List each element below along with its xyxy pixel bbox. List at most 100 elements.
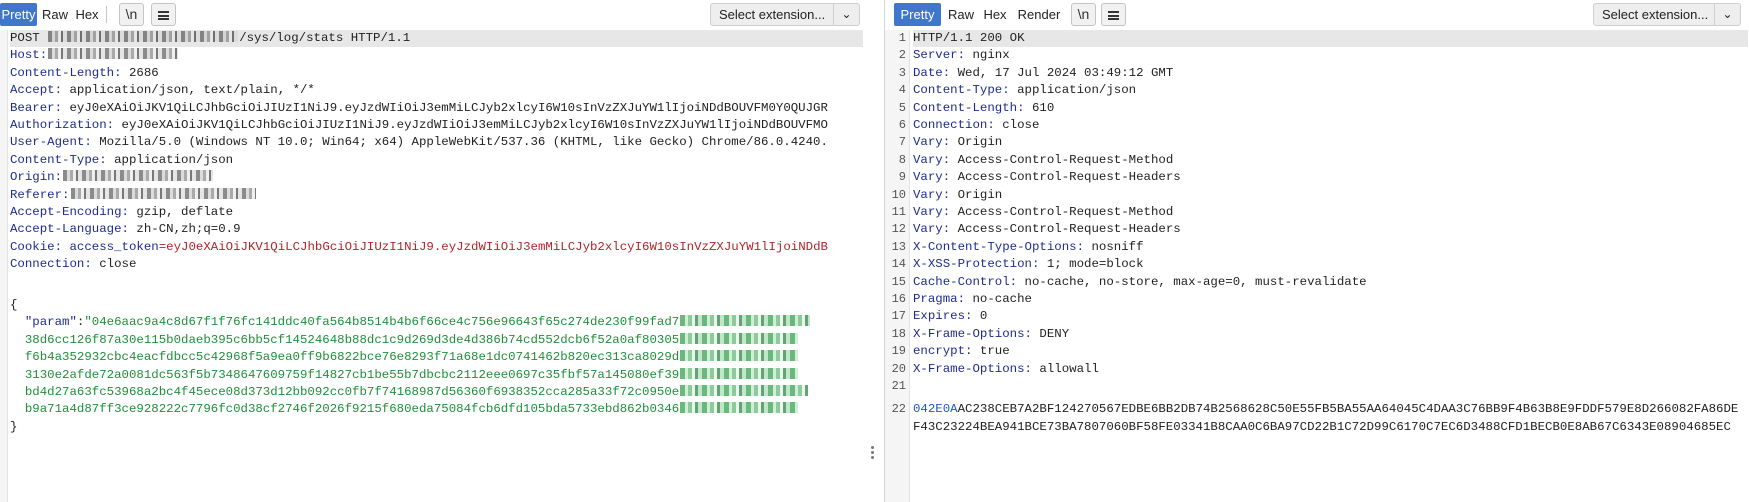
line-number: 16 (891, 292, 906, 306)
body-hex: F43C23224BEA941BCE73BA7807060BF58FE03341… (913, 419, 1731, 434)
header-value: Wed, 17 Jul 2024 03:49:12 GMT (950, 65, 1174, 80)
line-number: 6 (898, 118, 906, 132)
request-newline-toggle[interactable]: \n (119, 3, 144, 26)
response-tab-render[interactable]: Render (1013, 3, 1065, 26)
header-value: application/json (1009, 83, 1137, 98)
line-number: 14 (891, 257, 906, 272)
line-number: 17 (891, 309, 906, 324)
response-tab-hex[interactable]: Hex (980, 3, 1010, 26)
response-newline-toggle[interactable]: \n (1071, 3, 1096, 26)
header-name: Accept-Encoding: (10, 205, 129, 219)
request-line: f6b4a352932cbc4eacfdbcc5c42968f5a9ea0ff9… (10, 349, 863, 366)
response-line: Vary: Origin (913, 134, 1748, 151)
json-brace: { (10, 298, 18, 312)
response-tab-raw[interactable]: Raw (945, 3, 977, 26)
request-tab-pretty[interactable]: Pretty (0, 3, 37, 26)
request-line: Accept-Encoding: gzip, deflate (10, 204, 863, 221)
request-line: User-Agent: Mozilla/5.0 (Windows NT 10.0… (10, 134, 863, 151)
hamburger-icon (1108, 11, 1119, 20)
response-line: X-Frame-Options: DENY (913, 326, 1748, 343)
http-method: POST (10, 31, 48, 45)
request-line: Host: (10, 47, 863, 64)
line-number: 4 (898, 83, 906, 98)
cookie-name: access_token (62, 239, 159, 254)
redacted-text (680, 402, 799, 414)
header-name: Cookie: (10, 239, 63, 254)
header-value: 1; mode=block (1039, 257, 1144, 272)
response-line: X-Content-Type-Options: nosniff (913, 239, 1748, 256)
toolbar-divider (106, 6, 107, 23)
request-line: Content-Type: application/json (10, 152, 863, 169)
header-name: Vary: (913, 152, 951, 167)
response-editor[interactable]: 1 2 3 4 5 6 7 8 9 10 11 12 13 14 15 16 17 18 19 20 21 22 HTTP… (885, 30, 1749, 502)
response-menu-button[interactable] (1101, 3, 1126, 26)
header-name: Vary: (913, 205, 951, 219)
header-name: Authorization: (10, 118, 115, 132)
header-name: X-XSS-Protection: (913, 257, 1040, 272)
response-select-extension[interactable]: Select extension... ⌄ (1593, 3, 1741, 26)
header-value: DENY (1031, 326, 1070, 341)
response-line: Pragma: no-cache (913, 291, 1748, 308)
response-line: Connection: close (913, 117, 1748, 134)
header-name: Content-Length: (10, 65, 122, 80)
redacted-text (70, 187, 256, 199)
more-options-icon[interactable] (871, 446, 874, 461)
response-line: Vary: Access-Control-Request-Method (913, 152, 1748, 169)
line-number (885, 419, 906, 436)
line-number-gutter: 1 2 3 4 5 6 7 8 9 10 11 12 13 14 15 16 17 18 19 20 21 22 (885, 30, 910, 502)
response-line: Vary: Access-Control-Request-Headers (913, 221, 1748, 238)
line-number: 2 (898, 48, 906, 63)
request-line: 3130e2afde72a0081dc563f5b7348647609759f1… (10, 367, 863, 384)
header-value: nginx (965, 48, 1010, 63)
response-toolbar: Pretty Raw Hex Render \n Select extensio… (885, 2, 1749, 26)
header-name: Content-Length: (913, 100, 1025, 115)
redacted-text (680, 315, 811, 327)
line-number: 13 (891, 239, 906, 254)
line-number: 22 (891, 402, 906, 417)
request-line (10, 274, 863, 291)
header-name: User-Agent: (10, 135, 92, 150)
redacted-text (48, 48, 179, 60)
header-value: allowall (1031, 361, 1099, 376)
header-value: nosniff (1084, 239, 1144, 254)
request-panel: Pretty Raw Hex \n Select extension... ⌄ … (0, 0, 884, 502)
response-tab-pretty[interactable]: Pretty (894, 3, 941, 26)
redacted-text (680, 332, 799, 344)
request-tab-raw[interactable]: Raw (40, 3, 70, 26)
response-line: encrypt: true (913, 343, 1748, 360)
json-string: f6b4a352932cbc4eacfdbcc5c42968f5a9ea0ff9… (10, 350, 680, 365)
header-value: Access-Control-Request-Headers (950, 170, 1181, 185)
header-value: Mozilla/5.0 (Windows NT 10.0; Win64; x64… (91, 135, 828, 150)
response-line: F43C23224BEA941BCE73BA7807060BF58FE03341… (913, 419, 1748, 436)
request-line: Accept: application/json, text/plain, */… (10, 82, 863, 99)
redacted-text (680, 350, 799, 362)
json-string: bd4d27a63fc53968a2bc4f45ece08d373d12bb09… (10, 385, 680, 399)
header-name: Vary: (913, 135, 951, 150)
line-number: 10 (891, 187, 906, 202)
header-value: eyJ0eXAiOiJKV1QiLCJhbGciOiJIUzI1NiJ9.eyJ… (114, 118, 828, 132)
response-line: Vary: Access-Control-Request-Method (913, 204, 1748, 221)
request-tab-hex[interactable]: Hex (73, 3, 101, 26)
json-string: 3130e2afde72a0081dc563f5b7348647609759f1… (10, 367, 680, 382)
header-value: application/json, text/plain, */* (62, 83, 315, 98)
response-line: X-Frame-Options: allowall (913, 361, 1748, 378)
request-menu-button[interactable] (151, 3, 176, 26)
request-editor[interactable]: POST /sys/log/stats HTTP/1.1 Host: Content… (0, 30, 884, 502)
request-line: Accept-Language: zh-CN,zh;q=0.9 (10, 221, 863, 238)
json-string: 38d6cc126f87a30e115b0daeb395c6bb5cf14524… (10, 332, 680, 347)
chevron-down-icon: ⌄ (1714, 4, 1740, 25)
request-select-extension[interactable]: Select extension... ⌄ (710, 3, 860, 26)
header-name: X-Frame-Options: (913, 326, 1032, 341)
line-number: 9 (898, 170, 906, 185)
hamburger-icon (158, 11, 169, 20)
request-line: Cookie: access_token=eyJ0eXAiOiJKV1QiLCJ… (10, 239, 863, 256)
response-line: Cache-Control: no-cache, no-store, max-a… (913, 274, 1748, 291)
response-panel: Pretty Raw Hex Render \n Select extensio… (884, 0, 1749, 502)
header-value: zh-CN,zh;q=0.9 (128, 222, 241, 237)
request-line: b9a71a4d87ff3ce928222c7796fc0d38cf2746f2… (10, 401, 863, 418)
header-name: Pragma: (913, 292, 966, 306)
header-name: Referer: (10, 187, 70, 202)
response-line: X-XSS-Protection: 1; mode=block (913, 256, 1748, 273)
line-number: 11 (891, 205, 906, 219)
redacted-text (680, 385, 809, 396)
